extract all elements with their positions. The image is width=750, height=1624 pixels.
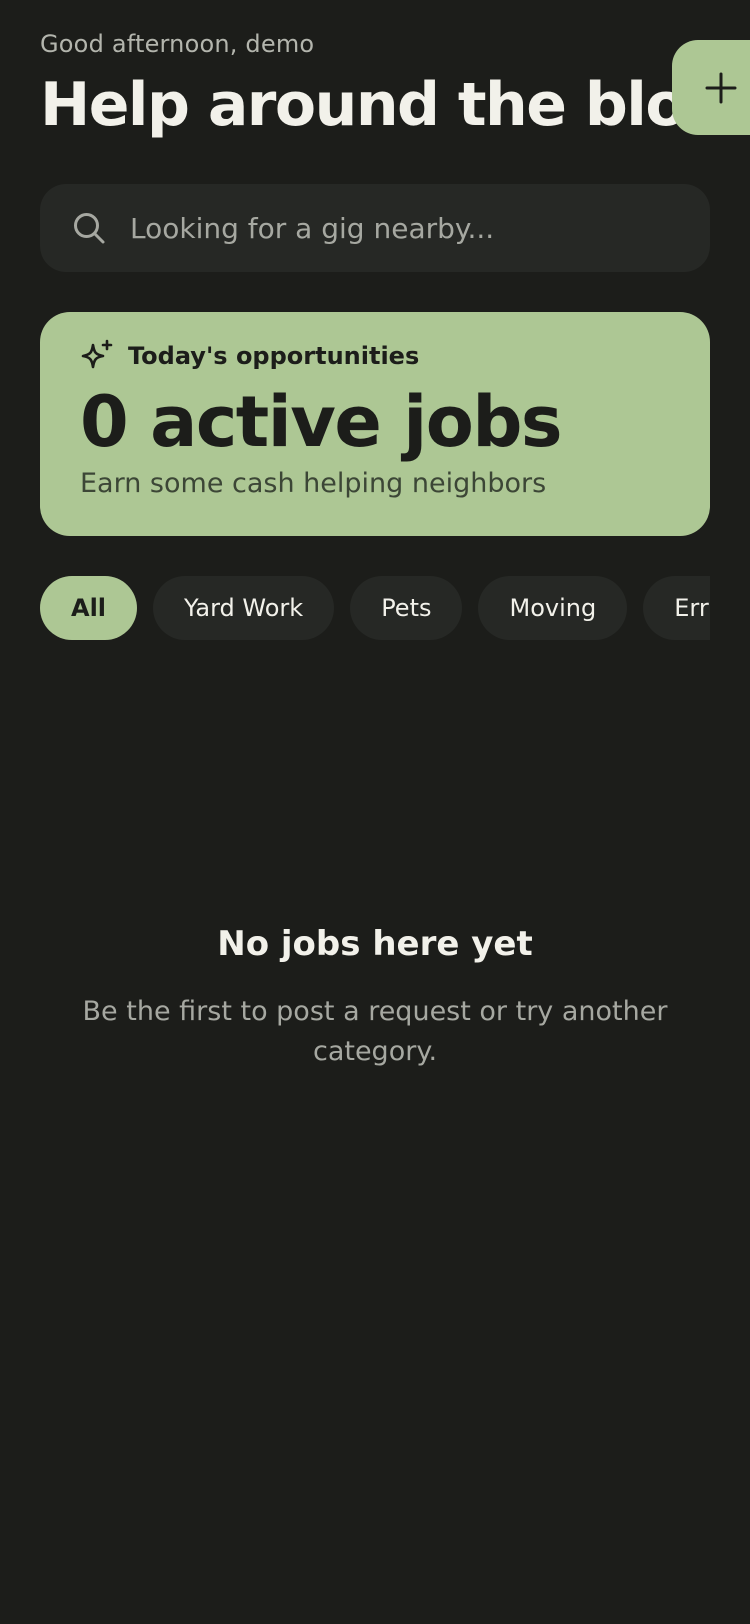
category-chip-yard-work[interactable]: Yard Work xyxy=(153,576,335,640)
category-chip-all[interactable]: All xyxy=(40,576,138,640)
add-request-button[interactable] xyxy=(672,40,750,135)
opportunities-header: Today's opportunities xyxy=(80,338,670,374)
category-filter-bar: All Yard Work Pets Moving Errands xyxy=(40,576,710,640)
greeting-text: Good afternoon, demo xyxy=(40,30,315,58)
category-chip-pets[interactable]: Pets xyxy=(350,576,463,640)
opportunities-label: Today's opportunities xyxy=(128,342,420,370)
category-chip-errands[interactable]: Errands xyxy=(643,576,710,640)
search-input[interactable] xyxy=(130,184,710,272)
search-icon xyxy=(74,213,105,244)
active-jobs-count: 0 active jobs xyxy=(80,381,563,463)
empty-state: No jobs here yet Be the first to post a … xyxy=(40,924,710,1072)
app-screen: Good afternoon, demo Help around the blo… xyxy=(0,0,750,1624)
sparkle-icon xyxy=(81,339,113,369)
empty-state-text: Be the first to post a request or try an… xyxy=(82,996,668,1067)
opportunities-subtitle: Earn some cash helping neighbors xyxy=(80,468,547,499)
page-title: Help around the block xyxy=(40,70,750,140)
empty-state-title: No jobs here yet xyxy=(217,924,533,964)
search-bar[interactable] xyxy=(40,184,710,272)
plus-icon xyxy=(705,72,737,103)
category-chip-moving[interactable]: Moving xyxy=(478,576,628,640)
opportunities-card: Today's opportunities 0 active jobs Earn… xyxy=(40,312,710,536)
